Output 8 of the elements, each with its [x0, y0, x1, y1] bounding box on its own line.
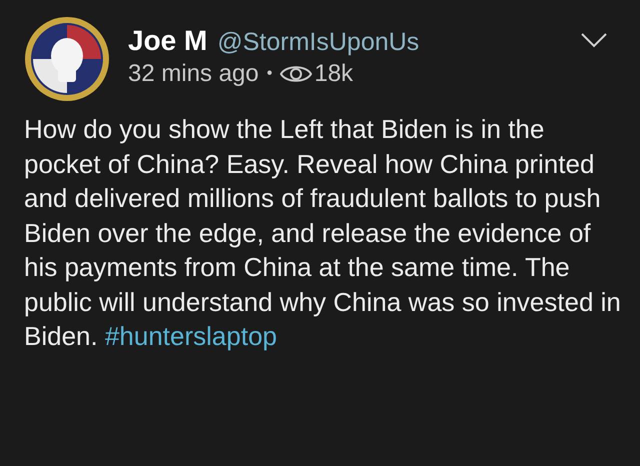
- separator-dot: •: [266, 64, 272, 84]
- view-count: 18k: [314, 59, 354, 89]
- author-name[interactable]: Joe M: [128, 24, 208, 58]
- author-handle[interactable]: @StormIsUponUs: [217, 25, 420, 59]
- post-time: 32 mins ago: [128, 59, 259, 89]
- post-text: How do you show the Left that Biden is in the pocket of China? Easy. Reveal how China printed and delivered millions of fraudulent ballots to push Biden over the edge, and release the evidence of his payments from China at the same time. The public will understand why China was so invested in Biden. #hunterslaptop: [24, 113, 622, 353]
- hashtag-link[interactable]: #hunterslaptop: [104, 321, 277, 351]
- chevron-down-icon[interactable]: [580, 32, 608, 48]
